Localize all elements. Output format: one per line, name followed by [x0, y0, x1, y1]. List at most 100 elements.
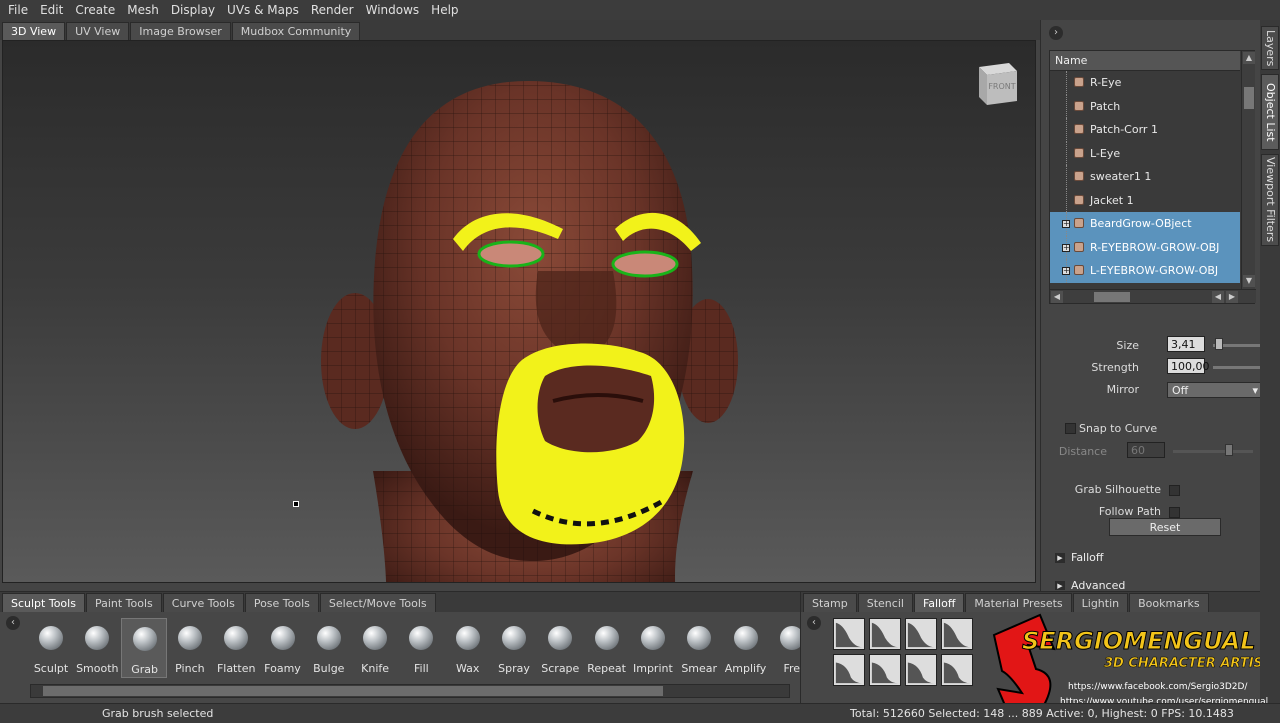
menu-edit[interactable]: Edit: [34, 0, 69, 20]
tab-3d-view[interactable]: 3D View: [2, 22, 66, 40]
tab-uv-view[interactable]: UV View: [66, 22, 130, 40]
snap-to-curve-label: Snap to Curve: [1079, 422, 1158, 435]
tool-amplify[interactable]: Amplify: [723, 618, 769, 678]
tab-paint-tools[interactable]: Paint Tools: [85, 593, 162, 612]
shelf-collapse-icon[interactable]: ‹: [6, 616, 20, 630]
object-list-item[interactable]: + L-EYEBROW-GROW-OBJ: [1050, 259, 1240, 283]
tool-fill[interactable]: Fill: [398, 618, 444, 678]
facebook-link[interactable]: https://www.facebook.com/Sergio3D2D/: [1068, 682, 1247, 692]
advanced-section-header[interactable]: ▶ Advanced: [1049, 576, 1261, 590]
object-list-vscroll-thumb[interactable]: [1244, 87, 1254, 109]
amplify-brush-icon: [733, 626, 758, 650]
3d-viewport[interactable]: FRONT: [2, 40, 1036, 583]
mesh-object-icon: [1074, 265, 1084, 275]
menu-create[interactable]: Create: [69, 0, 121, 20]
knife-brush-icon: [363, 626, 388, 650]
scroll-right-icon[interactable]: ▶: [1226, 291, 1238, 303]
shelf-hscroll-thumb[interactable]: [43, 686, 663, 696]
size-slider-handle[interactable]: [1215, 338, 1223, 350]
tab-mudbox-community[interactable]: Mudbox Community: [231, 22, 361, 40]
distance-slider-track[interactable]: [1173, 450, 1253, 453]
object-list-item[interactable]: R-Eye: [1050, 71, 1240, 95]
flatten-brush-icon: [224, 626, 249, 650]
sculpt-head-model[interactable]: [313, 71, 743, 583]
tab-layers[interactable]: Layers: [1261, 26, 1279, 70]
tool-smear[interactable]: Smear: [676, 618, 722, 678]
tool-foamy[interactable]: Foamy: [260, 618, 306, 678]
falloff-preset-tile[interactable]: [869, 654, 901, 686]
tab-stencil[interactable]: Stencil: [857, 593, 913, 612]
tab-falloff[interactable]: Falloff: [913, 593, 965, 612]
object-list: Name R-Eye Patch Patch-Corr 1 L-Eye sweater1…: [1049, 50, 1256, 304]
tool-imprint[interactable]: Imprint: [630, 618, 676, 678]
tab-stamp[interactable]: Stamp: [803, 593, 857, 612]
menu-uvs-maps[interactable]: UVs & Maps: [221, 0, 305, 20]
follow-path-checkbox[interactable]: [1169, 507, 1180, 518]
scroll-up-icon[interactable]: ▲: [1243, 52, 1255, 64]
tab-sculpt-tools[interactable]: Sculpt Tools: [2, 593, 85, 612]
tool-grab[interactable]: Grab: [120, 618, 167, 678]
tab-pose-tools[interactable]: Pose Tools: [244, 593, 319, 612]
falloff-preset-tile[interactable]: [905, 654, 937, 686]
object-list-item[interactable]: + BeardGrow-OBject: [1050, 212, 1240, 236]
tool-repeat[interactable]: Repeat: [584, 618, 630, 678]
tool-scrape[interactable]: Scrape: [537, 618, 583, 678]
distance-input[interactable]: 60: [1127, 442, 1165, 458]
tool-sculpt[interactable]: Sculpt: [28, 618, 74, 678]
tool-spray[interactable]: Spray: [491, 618, 537, 678]
falloff-preset-tile[interactable]: [869, 618, 901, 650]
object-list-item[interactable]: sweater1 1: [1050, 165, 1240, 189]
menu-file[interactable]: File: [2, 0, 34, 20]
tab-select-move-tools[interactable]: Select/Move Tools: [319, 593, 436, 612]
falloff-section-header[interactable]: ▶ Falloff: [1049, 548, 1261, 568]
tool-bulge[interactable]: Bulge: [306, 618, 352, 678]
scroll-left-icon[interactable]: ◀: [1212, 291, 1224, 303]
tool-knife[interactable]: Knife: [352, 618, 398, 678]
tab-image-browser[interactable]: Image Browser: [130, 22, 231, 40]
shelf-hscroll[interactable]: [30, 684, 790, 698]
reset-button[interactable]: Reset: [1109, 518, 1221, 536]
menu-display[interactable]: Display: [165, 0, 221, 20]
menu-mesh[interactable]: Mesh: [121, 0, 165, 20]
size-input[interactable]: 3,41: [1167, 336, 1205, 352]
object-list-item[interactable]: Patch: [1050, 94, 1240, 118]
collapse-panel-icon[interactable]: ›: [1049, 26, 1063, 40]
object-list-hscroll-thumb[interactable]: [1094, 292, 1130, 302]
falloff-preset-tile[interactable]: [941, 618, 973, 650]
object-list-item[interactable]: Jacket 1: [1050, 188, 1240, 212]
strength-slider-track[interactable]: [1213, 366, 1263, 369]
menu-help[interactable]: Help: [425, 0, 464, 20]
viewcube[interactable]: FRONT: [971, 57, 1021, 109]
falloff-preset-tile[interactable]: [833, 654, 865, 686]
scroll-down-icon[interactable]: ▼: [1243, 275, 1255, 287]
tool-smooth[interactable]: Smooth: [74, 618, 120, 678]
object-list-vscroll[interactable]: ▲ ▼: [1241, 51, 1255, 289]
object-list-item[interactable]: + R-EYEBROW-GROW-OBJ: [1050, 235, 1240, 259]
expand-icon[interactable]: +: [1062, 267, 1070, 275]
mirror-select[interactable]: Off ▾: [1167, 382, 1263, 398]
stamp-collapse-icon[interactable]: ‹: [807, 616, 821, 630]
menu-windows[interactable]: Windows: [360, 0, 426, 20]
expand-icon[interactable]: +: [1062, 243, 1070, 252]
tool-flatten[interactable]: Flatten: [213, 618, 259, 678]
object-list-item[interactable]: L-Eye: [1050, 141, 1240, 165]
expand-icon[interactable]: +: [1062, 220, 1070, 228]
object-list-hscroll[interactable]: ◀ ◀ ▶: [1050, 289, 1256, 303]
falloff-preset-tile[interactable]: [833, 618, 865, 650]
distance-slider-handle[interactable]: [1225, 444, 1233, 456]
falloff-preset-tile[interactable]: [941, 654, 973, 686]
tab-curve-tools[interactable]: Curve Tools: [162, 593, 244, 612]
snap-to-curve-checkbox[interactable]: [1065, 423, 1076, 434]
tool-pinch[interactable]: Pinch: [167, 618, 213, 678]
tree-line: [1066, 94, 1067, 118]
menu-render[interactable]: Render: [305, 0, 360, 20]
tool-wax[interactable]: Wax: [445, 618, 491, 678]
object-list-item[interactable]: Patch-Corr 1: [1050, 118, 1240, 142]
tab-viewport-filters[interactable]: Viewport Filters: [1261, 154, 1279, 246]
strength-input[interactable]: 100,00: [1167, 358, 1210, 374]
grab-silhouette-checkbox[interactable]: [1169, 485, 1180, 496]
scroll-left-icon[interactable]: ◀: [1051, 291, 1063, 303]
falloff-preset-tile[interactable]: [905, 618, 937, 650]
object-list-header[interactable]: Name: [1050, 51, 1240, 71]
tab-object-list[interactable]: Object List: [1261, 74, 1279, 150]
